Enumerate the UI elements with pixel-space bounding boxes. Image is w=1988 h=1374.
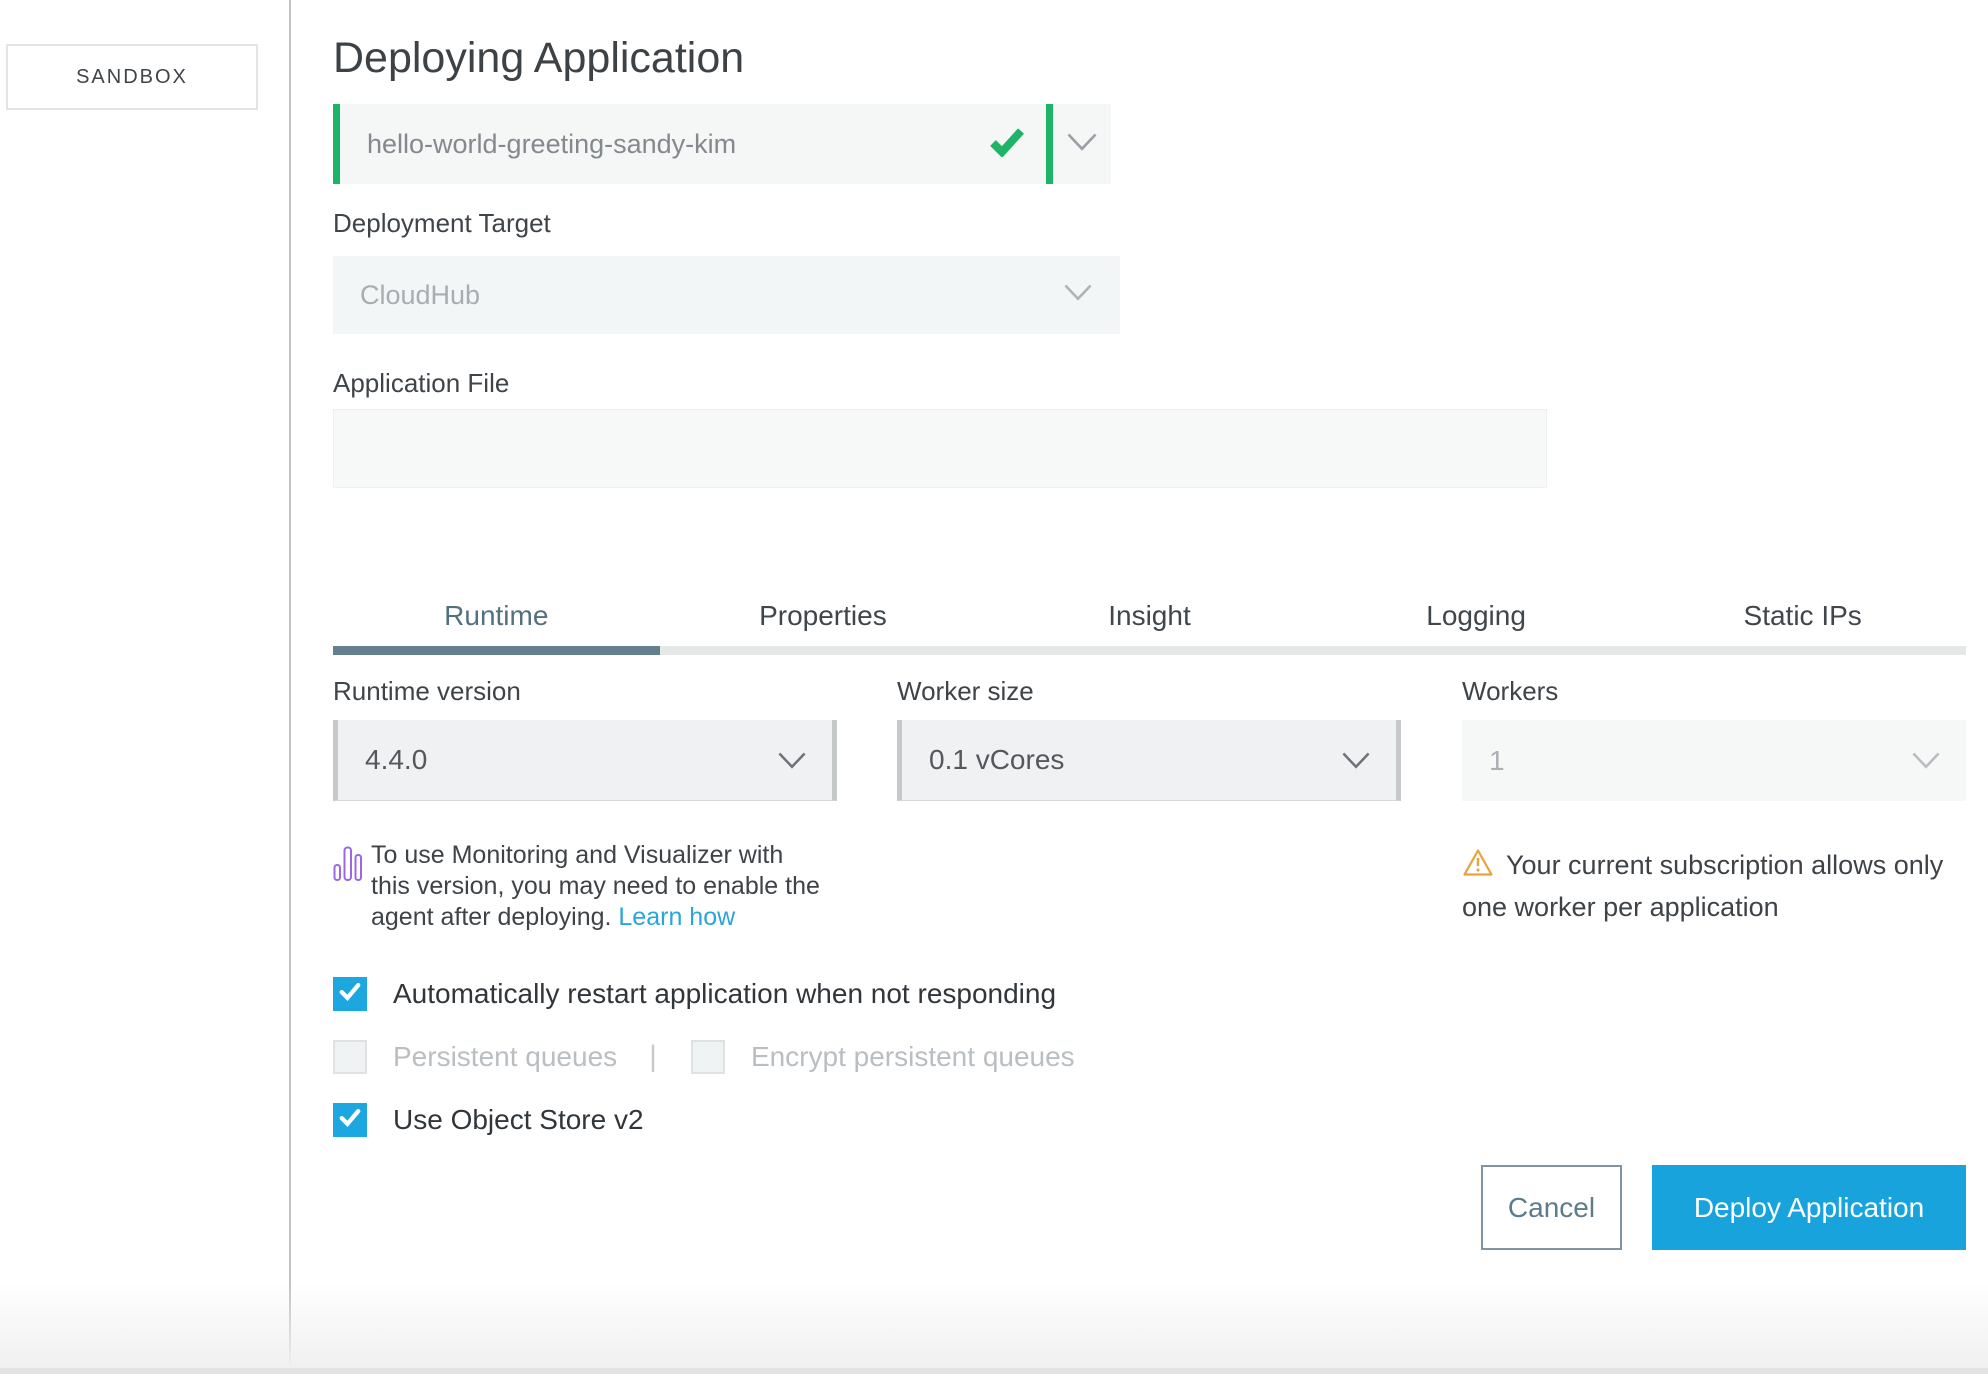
encrypt-persistent-queues-checkbox-disabled [690,1040,725,1074]
check-icon [990,127,1024,162]
tab-insight[interactable]: Insight [986,592,1313,646]
chevron-down-icon [1342,752,1396,769]
monitoring-note-text: To use Monitoring and Visualizer with th… [371,840,821,933]
valid-field-left-border [333,104,340,184]
chevron-down-icon [1064,284,1120,306]
workers-label: Workers [1462,676,1559,706]
app-name-value: hello-world-greeting-sandy-kim [367,128,737,159]
app-name-dropdown-button[interactable] [1053,104,1111,184]
monitoring-note-body: To use Monitoring and Visualizer with th… [371,841,820,931]
runtime-version-value: 4.4.0 [365,744,428,775]
deploy-application-page: SANDBOX Deploying Application hello-worl… [0,0,1988,1374]
worker-size-value: 0.1 vCores [929,744,1065,775]
tab-underline-active [333,646,660,655]
chevron-down-icon [1067,133,1097,156]
worker-size-select[interactable]: 0.1 vCores [897,720,1401,801]
application-file-input[interactable] [333,409,1547,488]
app-name-input[interactable]: hello-world-greeting-sandy-kim [340,104,1046,184]
bottom-edge-strip [0,1368,1988,1374]
object-store-v2-checkbox[interactable] [333,1103,367,1137]
worker-size-label: Worker size [897,676,1034,706]
app-name-field[interactable]: hello-world-greeting-sandy-kim [333,104,1111,184]
runtime-version-label: Runtime version [333,676,521,706]
bar-chart-icon [333,840,371,933]
object-store-row: Use Object Store v2 [333,1103,644,1137]
cancel-button[interactable]: Cancel [1481,1165,1622,1250]
auto-restart-label: Automatically restart application when n… [393,978,1057,1009]
workers-select-disabled: 1 [1462,720,1966,801]
deployment-target-select[interactable]: CloudHub [333,256,1120,334]
checkbox-separator: | [649,1040,657,1073]
deploy-application-button[interactable]: Deploy Application [1652,1165,1966,1250]
chevron-down-icon [1912,752,1966,769]
application-file-label: Application File [333,368,510,398]
worker-warning: Your current subscription allows only on… [1462,846,1974,927]
tab-runtime[interactable]: Runtime [333,592,660,646]
worker-warning-text: Your current subscription allows only on… [1462,850,1944,922]
sidebar: SANDBOX [0,0,289,1374]
encrypt-persistent-queues-label: Encrypt persistent queues [750,1041,1075,1072]
workers-value: 1 [1489,744,1505,776]
object-store-v2-label: Use Object Store v2 [393,1104,644,1135]
warning-triangle-icon [1462,848,1494,888]
sidebar-divider [289,0,291,1374]
persistent-queues-checkbox-disabled [333,1040,367,1074]
persistent-queues-row: Persistent queues | Encrypt persistent q… [333,1040,1075,1074]
auto-restart-row: Automatically restart application when n… [333,977,1056,1011]
learn-how-link[interactable]: Learn how [618,903,735,931]
auto-restart-checkbox[interactable] [333,977,367,1011]
deployment-target-label: Deployment Target [333,208,551,238]
valid-field-right-border [1046,104,1053,184]
tab-row: Runtime Properties Insight Logging Stati… [333,592,1966,646]
monitoring-note: To use Monitoring and Visualizer with th… [333,840,853,933]
tab-static-ips[interactable]: Static IPs [1639,592,1966,646]
page-title: Deploying Application [333,34,745,82]
tab-underline-bar [333,646,1966,655]
environment-selector-sandbox[interactable]: SANDBOX [6,44,258,110]
bottom-fade [0,1283,1988,1368]
deployment-tabs: Runtime Properties Insight Logging Stati… [333,592,1966,655]
checkmark-icon [339,1108,361,1132]
chevron-down-icon [778,752,832,769]
tab-logging[interactable]: Logging [1313,592,1640,646]
runtime-version-select[interactable]: 4.4.0 [333,720,837,801]
deployment-target-value: CloudHub [360,279,481,310]
persistent-queues-label: Persistent queues [393,1041,618,1072]
tab-properties[interactable]: Properties [660,592,987,646]
checkmark-icon [339,982,361,1006]
